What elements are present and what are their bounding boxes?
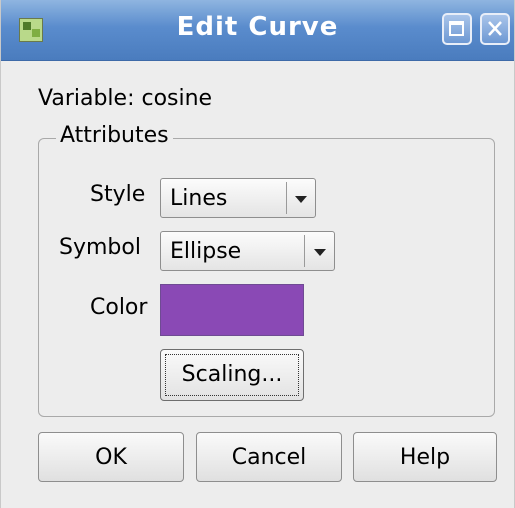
style-label: Style [90,182,146,207]
window-title: Edit Curve [176,12,339,42]
help-button[interactable]: Help [353,432,497,482]
close-icon [488,21,502,36]
symbol-value: Ellipse [170,239,242,264]
ok-button-label: OK [95,445,127,470]
maximize-icon [449,21,464,36]
style-combobox[interactable]: Lines [160,178,316,218]
edit-curve-dialog: Edit Curve Variable: cosine Attributes S… [0,0,515,508]
symbol-label: Symbol [59,235,141,260]
chevron-down-icon [314,249,326,256]
chevron-down-icon [295,196,307,203]
style-value: Lines [170,186,228,211]
maximize-button[interactable] [442,13,472,45]
color-swatch-button[interactable] [160,284,304,336]
title-bar[interactable]: Edit Curve [1,0,514,61]
cancel-button[interactable]: Cancel [196,432,342,482]
variable-label: Variable: cosine [38,86,213,111]
cancel-button-label: Cancel [231,445,307,470]
scaling-button-label: Scaling... [181,362,283,387]
color-label: Color [90,295,148,320]
symbol-combobox[interactable]: Ellipse [160,231,335,271]
attributes-legend: Attributes [56,123,173,148]
ok-button[interactable]: OK [38,432,184,482]
help-button-label: Help [399,445,451,470]
close-button[interactable] [480,13,510,45]
scaling-button[interactable]: Scaling... [160,349,304,401]
